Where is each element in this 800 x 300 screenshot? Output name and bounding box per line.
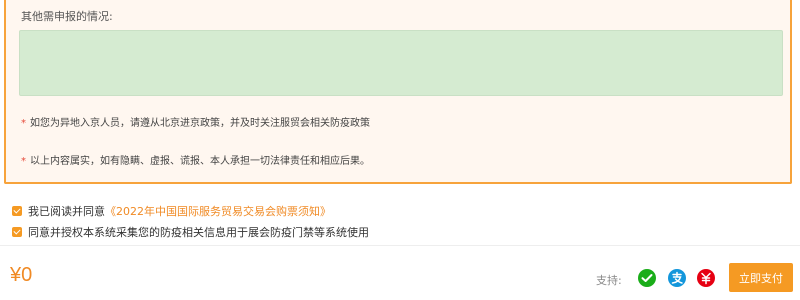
unionpay-icon[interactable] (696, 268, 716, 288)
pay-now-button[interactable]: 立即支付 (729, 263, 793, 292)
agree-terms-checkbox[interactable] (12, 206, 22, 216)
agree-terms-row: 我已阅读并同意 《2022年中国国际服务贸易交易会购票须知》 (12, 203, 331, 219)
declaration-card: 其他需申报的情况: * 如您为异地入京人员，请遵从北京进京政策，并及时关注服贸会相… (4, 0, 792, 184)
agree-terms-text: 我已阅读并同意 (28, 205, 105, 218)
footer-divider (0, 245, 800, 246)
wechat-pay-icon[interactable] (637, 268, 657, 288)
ticket-terms-link[interactable]: 《2022年中国国际服务贸易交易会购票须知》 (105, 203, 331, 219)
total-price: ¥0 (10, 264, 33, 286)
notice-truthfulness: * 以上内容属实，如有隐瞒、虚报、谎报、本人承担一切法律责任和相应后果。 (21, 152, 370, 167)
alipay-icon[interactable] (667, 268, 687, 288)
other-situation-textarea[interactable] (19, 30, 783, 96)
notice-text: 以上内容属实，如有隐瞒、虚报、谎报、本人承担一切法律责任和相应后果。 (30, 156, 370, 167)
other-situation-label: 其他需申报的情况: (21, 10, 113, 23)
authorize-data-text: 同意并授权本系统采集您的防疫相关信息用于展会防疫门禁等系统使用 (28, 226, 369, 239)
required-star: * (21, 118, 26, 129)
payment-support-label: 支持: (596, 274, 622, 287)
notice-travel-policy: * 如您为异地入京人员，请遵从北京进京政策，并及时关注服贸会相关防疫政策 (21, 114, 370, 129)
notice-text: 如您为异地入京人员，请遵从北京进京政策，并及时关注服贸会相关防疫政策 (30, 118, 370, 129)
required-star: * (21, 156, 26, 167)
authorize-data-checkbox[interactable] (12, 227, 22, 237)
authorize-data-row: 同意并授权本系统采集您的防疫相关信息用于展会防疫门禁等系统使用 (12, 224, 369, 240)
